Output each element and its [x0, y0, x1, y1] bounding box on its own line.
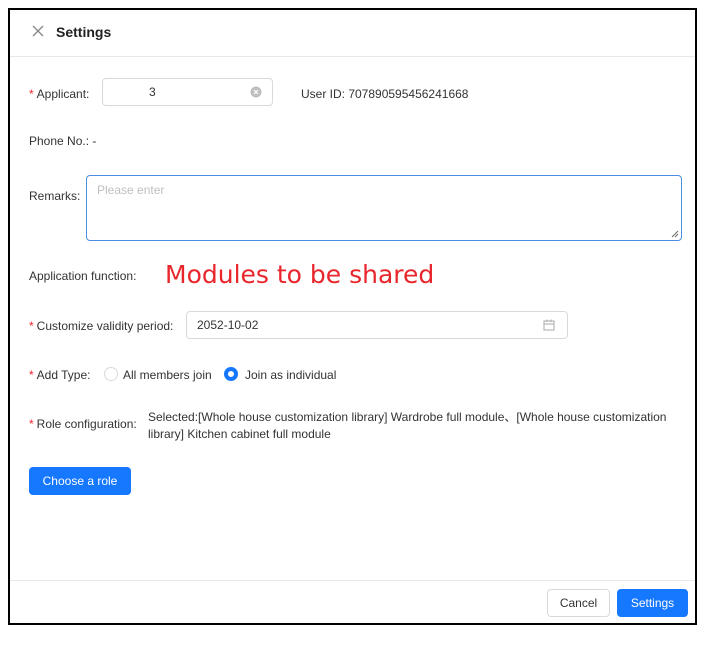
radio-individual[interactable] [224, 367, 238, 381]
calendar-icon[interactable] [543, 319, 555, 331]
applicant-label-row: * Applicant: [29, 87, 89, 101]
required-marker: * [29, 87, 34, 101]
modules-note: Modules to be shared [165, 260, 435, 289]
user-id-text: User ID: 707890595456241668 [301, 87, 469, 101]
validity-date-picker[interactable]: 2052-10-02 [186, 311, 568, 339]
application-function-label: Application function: [29, 269, 137, 283]
selected-roles-text: Selected:[Whole house customization libr… [148, 410, 667, 441]
resize-grip-icon[interactable] [671, 230, 679, 238]
choose-role-button[interactable]: Choose a role [29, 467, 131, 495]
applicant-input[interactable]: 3 [102, 78, 273, 106]
role-label: Role configuration: [36, 417, 137, 431]
add-type-label: Add Type: [36, 368, 91, 382]
remarks-label: Remarks: [29, 189, 81, 203]
add-type-label-row: * Add Type: [29, 368, 91, 382]
required-marker: * [29, 319, 34, 333]
required-marker: * [29, 368, 34, 382]
cancel-button[interactable]: Cancel [547, 589, 610, 617]
settings-dialog: Settings * Applicant: 3 User ID: 70789059… [8, 8, 697, 625]
dialog-header: Settings [10, 10, 695, 57]
applicant-label: Applicant: [36, 87, 90, 101]
radio-individual-label[interactable]: Join as individual [245, 368, 336, 382]
validity-value: 2052-10-02 [197, 318, 259, 332]
remarks-textarea[interactable]: Please enter [86, 175, 682, 241]
radio-all-members-label[interactable]: All members join [123, 368, 212, 382]
clear-icon[interactable] [250, 86, 262, 98]
applicant-value: 3 [149, 85, 156, 99]
validity-label: Customize validity period: [36, 319, 174, 333]
required-marker: * [29, 417, 34, 431]
role-label-row: * Role configuration: [29, 417, 137, 431]
dialog-footer: Cancel Settings [10, 580, 695, 623]
dialog-title: Settings [56, 24, 112, 40]
phone-text: Phone No.: - [29, 134, 97, 148]
close-icon[interactable] [30, 23, 46, 39]
remarks-placeholder: Please enter [97, 183, 165, 197]
settings-button[interactable]: Settings [617, 589, 688, 617]
radio-all-members[interactable] [104, 367, 118, 381]
validity-label-row: * Customize validity period: [29, 319, 173, 333]
